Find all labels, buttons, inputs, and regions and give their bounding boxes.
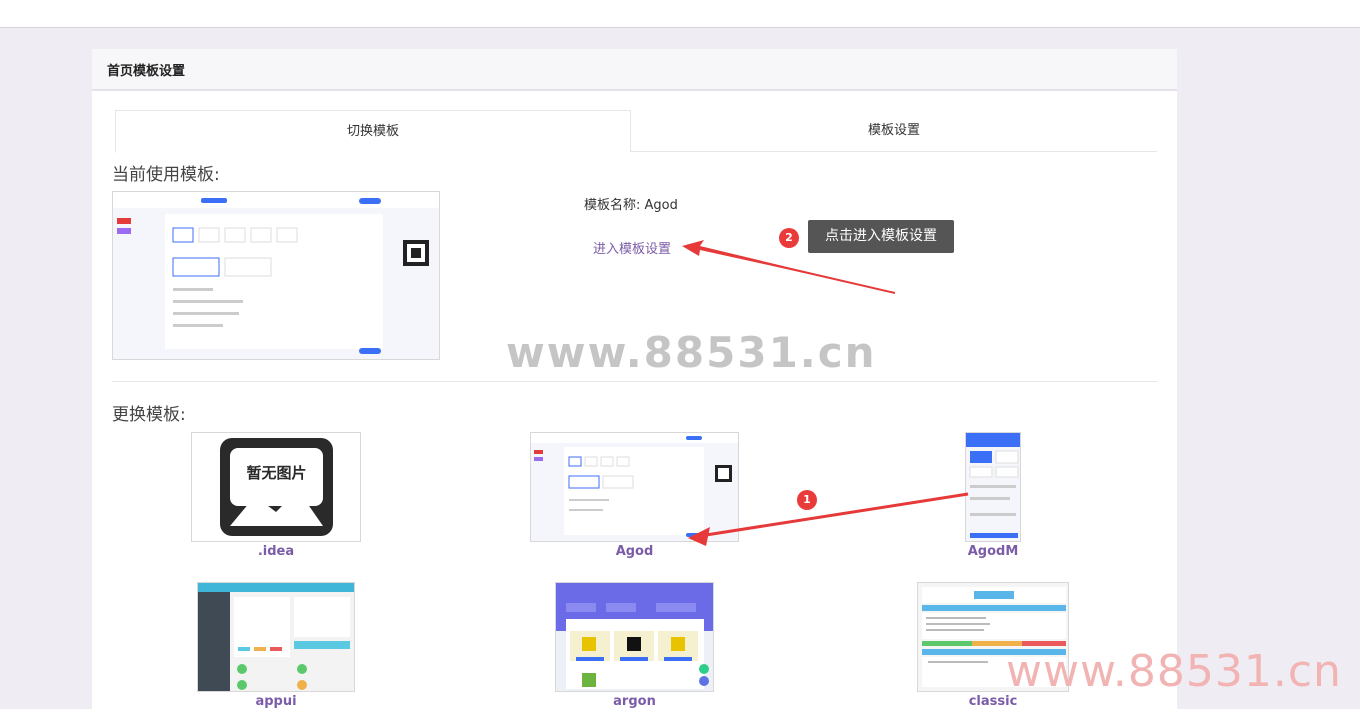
agod-screenshot-thumbnail <box>113 192 439 359</box>
argon-thumbnail <box>556 583 713 691</box>
template-card-agod[interactable] <box>530 432 739 542</box>
template-name-idea[interactable]: .idea <box>191 544 361 559</box>
template-name-agodm[interactable]: AgodM <box>953 544 1033 559</box>
tab-template-settings[interactable]: 模板设置 <box>631 110 1157 151</box>
tab-switch-template[interactable]: 切换模板 <box>115 110 631 153</box>
watermark-center: www.88531.cn <box>506 328 877 377</box>
template-card-appui[interactable] <box>197 582 355 692</box>
enter-settings-tooltip: 点击进入模板设置 <box>808 220 954 253</box>
top-bar <box>0 0 1360 28</box>
template-name-agod[interactable]: Agod <box>530 544 739 559</box>
current-template-preview <box>112 191 440 360</box>
change-template-title: 更换模板: <box>112 405 186 425</box>
watermark-corner: www.88531.cn <box>1006 646 1342 697</box>
template-name-argon[interactable]: argon <box>555 694 714 709</box>
no-image-icon: 暂无图片 <box>220 438 333 536</box>
template-card-argon[interactable] <box>555 582 714 692</box>
template-card-idea[interactable]: 暂无图片 <box>191 432 361 542</box>
template-settings-card: 首页模板设置 切换模板 模板设置 当前使用模板: 模板名称: Agod 进入模板… <box>92 49 1177 709</box>
section-divider <box>112 381 1157 382</box>
template-card-agodm[interactable] <box>965 432 1021 542</box>
template-name-label: 模板名称: Agod <box>584 198 678 213</box>
agodm-thumbnail <box>966 433 1020 541</box>
appui-thumbnail <box>198 583 354 691</box>
step-2-badge: 2 <box>779 228 799 248</box>
tab-bar: 切换模板 模板设置 <box>115 110 1157 153</box>
step-1-badge: 1 <box>797 490 817 510</box>
current-template-title: 当前使用模板: <box>112 165 220 185</box>
template-name-appui[interactable]: appui <box>197 694 355 709</box>
mountain-icon <box>230 490 323 526</box>
enter-template-settings-link[interactable]: 进入模板设置 <box>593 238 671 257</box>
agod-thumbnail <box>531 433 738 541</box>
page-title: 首页模板设置 <box>92 49 1177 91</box>
